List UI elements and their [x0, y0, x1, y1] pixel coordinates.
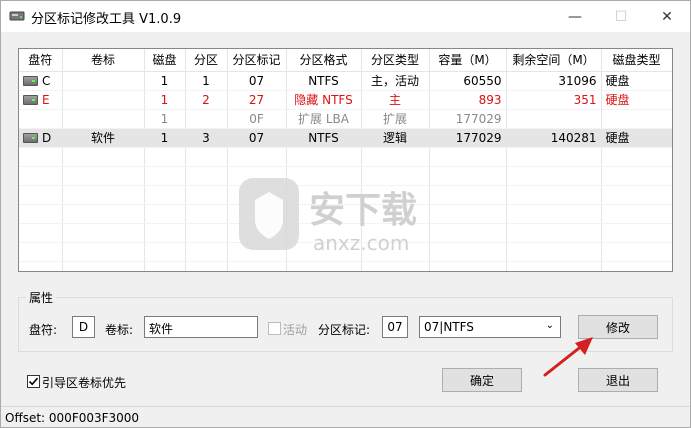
cell-type: 扩展: [361, 109, 430, 129]
table-row[interactable]: 1 0F 扩展 LBA 扩展 177029: [19, 109, 672, 129]
cell-free: [506, 109, 602, 129]
cell-format: NTFS: [286, 71, 362, 91]
cell-volume: [62, 71, 145, 91]
active-checkbox: [268, 322, 281, 335]
col-free[interactable]: 剩余空间（M）: [506, 49, 602, 72]
cell-capacity: 60550: [429, 71, 507, 91]
app-window: 分区标记修改工具 V1.0.9 — ☐ ✕ 盘符 卷标 磁盘 分区 分区标记 分…: [0, 0, 691, 428]
cell-format: 扩展 LBA: [286, 109, 362, 129]
col-format[interactable]: 分区格式: [286, 49, 362, 72]
col-disk[interactable]: 磁盘: [144, 49, 186, 72]
drive-icon: [23, 75, 38, 86]
status-bar: Offset: 000F003F3000: [1, 406, 690, 428]
cell-type: 主: [361, 90, 430, 110]
cell-disk-type: 硬盘: [601, 90, 672, 110]
cell-disk-type: [601, 109, 672, 129]
boot-label-priority-label: 引导区卷标优先: [42, 376, 127, 390]
filesystem-select-value: 07|NTFS: [424, 320, 474, 334]
cell-type: 逻辑: [361, 128, 430, 148]
table-row-selected[interactable]: D 软件 1 3 07 NTFS 逻辑 177029 140281 硬盘: [19, 128, 672, 148]
svg-text:anxz.com: anxz.com: [313, 231, 409, 255]
cell-free: 31096: [506, 71, 602, 91]
empty-row: [19, 261, 672, 271]
cell-mark: 27: [227, 90, 287, 110]
title-bar: 分区标记修改工具 V1.0.9 — ☐ ✕: [1, 1, 690, 32]
cell-capacity: 177029: [429, 109, 507, 129]
checkmark-icon: [28, 377, 39, 386]
volume-label-input[interactable]: 软件: [144, 316, 258, 338]
partition-mark-input[interactable]: 07: [382, 316, 408, 338]
exit-button[interactable]: 退出: [578, 368, 658, 392]
properties-group-title: 属性: [26, 289, 57, 306]
cell-disk: 1: [144, 71, 186, 91]
cell-free: 351: [506, 90, 602, 110]
cell-capacity: 893: [429, 90, 507, 110]
cell-partition: 2: [185, 90, 228, 110]
col-drive[interactable]: 盘符: [19, 49, 63, 72]
cell-mark: 0F: [227, 109, 287, 129]
table-row[interactable]: C 1 1 07 NTFS 主，活动 60550 31096 硬盘: [19, 71, 672, 91]
app-icon: [9, 11, 25, 21]
cell-free: 140281: [506, 128, 602, 148]
window-title: 分区标记修改工具 V1.0.9: [31, 12, 182, 27]
cell-drive: E: [19, 90, 63, 110]
cell-mark: 07: [227, 71, 287, 91]
maximize-button: ☐: [614, 8, 628, 25]
cell-partition: [185, 109, 228, 129]
table-row[interactable]: E 1 2 27 隐藏 NTFS 主 893 351 硬盘: [19, 90, 672, 110]
cell-disk: 1: [144, 128, 186, 148]
close-button[interactable]: ✕: [644, 1, 690, 32]
svg-text:安下载: 安下载: [309, 190, 417, 231]
cell-disk-type: 硬盘: [601, 71, 672, 91]
drive-letter-field[interactable]: D: [72, 316, 95, 338]
cell-format: NTFS: [286, 128, 362, 148]
col-disk-type[interactable]: 磁盘类型: [601, 49, 672, 72]
minimize-button[interactable]: —: [552, 1, 598, 32]
cell-volume: [62, 90, 145, 110]
cell-type: 主，活动: [361, 71, 430, 91]
filesystem-select[interactable]: 07|NTFS ⌄: [419, 316, 561, 338]
watermark-logo: 安下载 anxz.com: [239, 178, 417, 255]
drive-icon: [23, 94, 38, 105]
col-type[interactable]: 分区类型: [361, 49, 430, 72]
empty-row: [19, 147, 672, 167]
cell-format: 隐藏 NTFS: [286, 90, 362, 110]
drive-icon: [23, 132, 38, 143]
partition-mark-label: 分区标记:: [318, 323, 371, 337]
drive-letter-label: 盘符:: [29, 323, 58, 337]
boot-label-priority-checkbox[interactable]: [27, 375, 40, 388]
cell-partition: 3: [185, 128, 228, 148]
col-volume[interactable]: 卷标: [62, 49, 145, 72]
col-capacity[interactable]: 容量（M）: [429, 49, 507, 72]
cell-partition: 1: [185, 71, 228, 91]
cell-volume: [62, 109, 145, 129]
ok-button[interactable]: 确定: [442, 368, 522, 392]
col-mark[interactable]: 分区标记: [227, 49, 287, 72]
table-header-row: 盘符 卷标 磁盘 分区 分区标记 分区格式 分区类型 容量（M） 剩余空间（M）…: [19, 49, 672, 72]
cell-mark: 07: [227, 128, 287, 148]
cell-disk: 1: [144, 90, 186, 110]
cell-disk: 1: [144, 109, 186, 129]
cell-drive: C: [19, 71, 63, 91]
cell-volume: 软件: [62, 128, 145, 148]
active-checkbox-label: 活动: [283, 323, 308, 337]
cell-capacity: 177029: [429, 128, 507, 148]
volume-label-label: 卷标:: [105, 323, 134, 337]
col-partition[interactable]: 分区: [185, 49, 228, 72]
cell-drive: [19, 109, 63, 129]
cell-disk-type: 硬盘: [601, 128, 672, 148]
cell-drive: D: [19, 128, 63, 148]
